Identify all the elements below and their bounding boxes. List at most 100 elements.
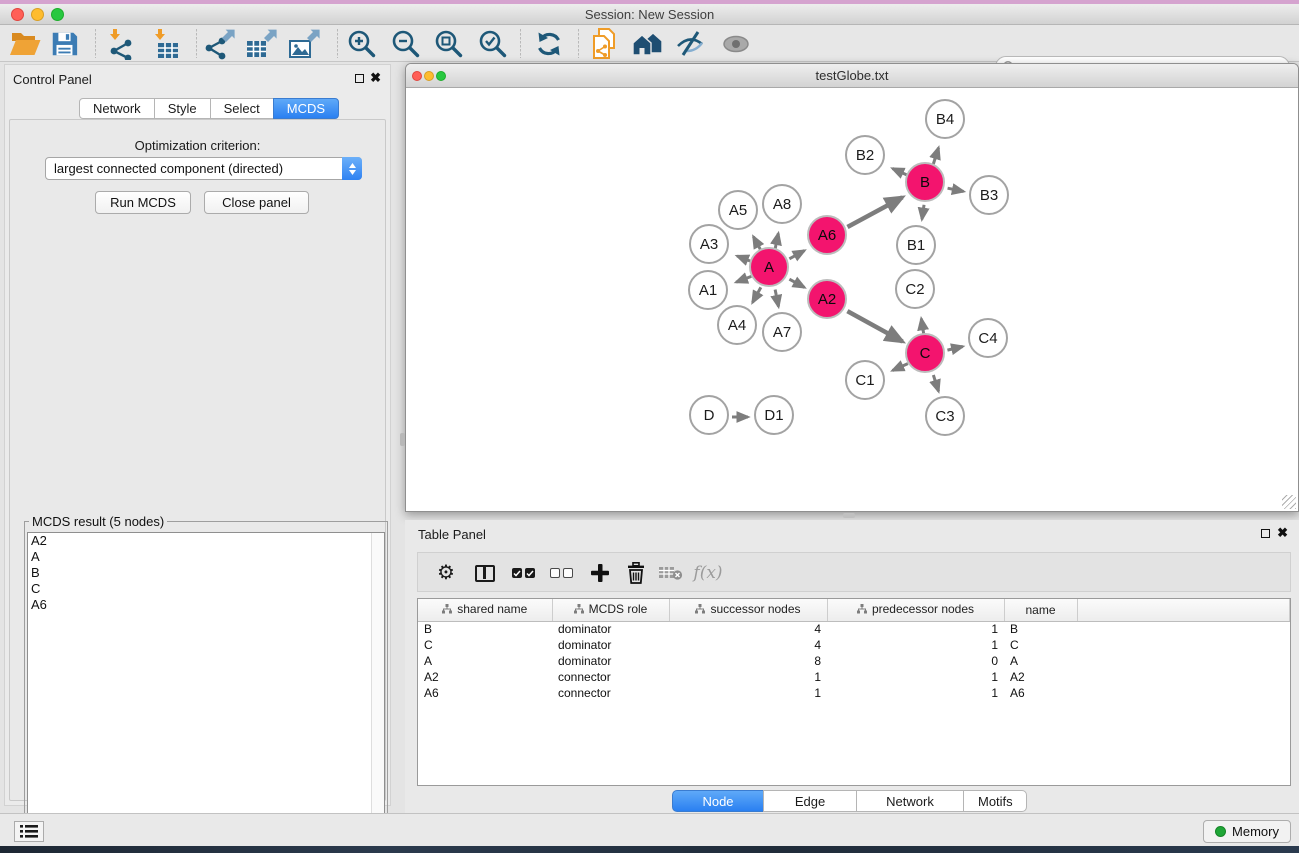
column-header-predecessor-nodes[interactable]: predecessor nodes xyxy=(827,599,1004,621)
deselect-all-button[interactable] xyxy=(544,557,578,589)
close-panel-icon[interactable]: ✖ xyxy=(370,70,381,86)
export-image-button[interactable] xyxy=(285,27,323,60)
table-cell[interactable]: B xyxy=(1004,621,1077,637)
network-horizontal-scrollbar-thumb[interactable] xyxy=(843,513,855,518)
graph-node-B3[interactable]: B3 xyxy=(969,175,1009,215)
import-table-button[interactable] xyxy=(147,27,185,60)
show-column-button[interactable] xyxy=(468,557,502,589)
zoom-window-button[interactable] xyxy=(51,8,64,21)
table-cell[interactable]: 1 xyxy=(669,685,827,701)
table-cell[interactable]: A xyxy=(1004,653,1077,669)
graph-node-A5[interactable]: A5 xyxy=(718,190,758,230)
network-zoom-button[interactable] xyxy=(436,71,446,81)
import-network-button[interactable] xyxy=(102,27,140,60)
zoom-selected-button[interactable] xyxy=(473,27,511,60)
minimize-window-button[interactable] xyxy=(31,8,44,21)
graph-node-A8[interactable]: A8 xyxy=(762,184,802,224)
graph-node-C2[interactable]: C2 xyxy=(895,269,935,309)
result-list-scrollbar[interactable] xyxy=(371,533,384,849)
network-close-button[interactable] xyxy=(412,71,422,81)
export-network-button[interactable] xyxy=(200,27,238,60)
network-vertical-scrollbar-thumb[interactable] xyxy=(400,433,405,446)
function-builder-button[interactable]: f(x) xyxy=(691,557,725,589)
table-cell[interactable]: 8 xyxy=(669,653,827,669)
table-cell[interactable]: A xyxy=(418,653,552,669)
tab-motifs[interactable]: Motifs xyxy=(963,790,1027,812)
tab-select[interactable]: Select xyxy=(210,98,274,119)
memory-button[interactable]: Memory xyxy=(1203,820,1291,843)
table-cell[interactable]: dominator xyxy=(552,653,669,669)
first-neighbors-button[interactable] xyxy=(629,27,667,60)
graph-node-D[interactable]: D xyxy=(689,395,729,435)
graph-node-B2[interactable]: B2 xyxy=(845,135,885,175)
hide-selected-button[interactable] xyxy=(672,27,710,60)
create-column-button[interactable] xyxy=(583,557,617,589)
tab-mcds[interactable]: MCDS xyxy=(273,98,339,119)
table-cell[interactable]: 1 xyxy=(827,669,1004,685)
graph-node-A2[interactable]: A2 xyxy=(807,279,847,319)
tab-style[interactable]: Style xyxy=(154,98,211,119)
select-all-button[interactable] xyxy=(506,557,540,589)
optimization-criterion-dropdown[interactable]: largest connected component (directed) xyxy=(45,157,362,180)
table-cell[interactable]: A2 xyxy=(1004,669,1077,685)
table-cell[interactable]: 1 xyxy=(827,621,1004,637)
column-header-name[interactable]: name xyxy=(1004,599,1077,621)
refresh-layout-button[interactable] xyxy=(530,27,568,60)
resize-grip[interactable] xyxy=(1282,495,1296,509)
close-table-panel-icon[interactable]: ✖ xyxy=(1277,525,1288,541)
graph-node-A1[interactable]: A1 xyxy=(688,270,728,310)
table-settings-button[interactable]: ⚙ xyxy=(429,557,463,589)
delete-table-button[interactable] xyxy=(654,557,688,589)
run-mcds-button[interactable]: Run MCDS xyxy=(95,191,191,214)
table-cell[interactable]: C xyxy=(418,637,552,653)
duplicate-network-button[interactable] xyxy=(586,27,624,60)
float-panel-icon[interactable] xyxy=(355,74,364,83)
zoom-in-button[interactable] xyxy=(342,27,380,60)
graph-node-C4[interactable]: C4 xyxy=(968,318,1008,358)
graph-node-C1[interactable]: C1 xyxy=(845,360,885,400)
task-history-button[interactable] xyxy=(14,821,44,842)
table-cell[interactable]: 4 xyxy=(669,621,827,637)
graph-node-C3[interactable]: C3 xyxy=(925,396,965,436)
zoom-fit-button[interactable] xyxy=(429,27,467,60)
zoom-out-button[interactable] xyxy=(386,27,424,60)
column-header-shared-name[interactable]: shared name xyxy=(418,599,552,621)
graph-node-A6[interactable]: A6 xyxy=(807,215,847,255)
table-cell[interactable]: connector xyxy=(552,685,669,701)
open-file-button[interactable] xyxy=(6,27,44,60)
column-header-successor-nodes[interactable]: successor nodes xyxy=(669,599,827,621)
graph-node-C[interactable]: C xyxy=(905,333,945,373)
table-cell[interactable]: 4 xyxy=(669,637,827,653)
close-window-button[interactable] xyxy=(11,8,24,21)
table-cell[interactable]: dominator xyxy=(552,621,669,637)
delete-column-button[interactable] xyxy=(619,557,653,589)
float-table-panel-icon[interactable] xyxy=(1261,529,1270,538)
tab-node-table[interactable]: Node Table xyxy=(672,790,764,812)
close-panel-button[interactable]: Close panel xyxy=(204,191,309,214)
tab-network-table[interactable]: Network Table xyxy=(856,790,964,812)
table-cell[interactable]: 1 xyxy=(669,669,827,685)
graph-node-A[interactable]: A xyxy=(749,247,789,287)
network-minimize-button[interactable] xyxy=(424,71,434,81)
tab-edge-table[interactable]: Edge Table xyxy=(763,790,857,812)
graph-node-D1[interactable]: D1 xyxy=(754,395,794,435)
graph-node-A4[interactable]: A4 xyxy=(717,305,757,345)
graph-node-A7[interactable]: A7 xyxy=(762,312,802,352)
table-cell[interactable]: connector xyxy=(552,669,669,685)
table-cell[interactable]: B xyxy=(418,621,552,637)
save-session-button[interactable] xyxy=(45,27,83,60)
graph-node-B[interactable]: B xyxy=(905,162,945,202)
table-cell[interactable]: 1 xyxy=(827,637,1004,653)
graph-node-A3[interactable]: A3 xyxy=(689,224,729,264)
table-cell[interactable]: A6 xyxy=(418,685,552,701)
column-header-mcds-role[interactable]: MCDS role xyxy=(552,599,669,621)
table-cell[interactable]: A2 xyxy=(418,669,552,685)
tab-network[interactable]: Network xyxy=(79,98,155,119)
table-cell[interactable]: A6 xyxy=(1004,685,1077,701)
graph-node-B1[interactable]: B1 xyxy=(896,225,936,265)
network-canvas[interactable]: B4B2BB3A8A5A6A3B1AA1C2A2A4A7C4CC1C3DD1 xyxy=(406,88,1298,511)
export-table-button[interactable] xyxy=(242,27,280,60)
table-cell[interactable]: C xyxy=(1004,637,1077,653)
table-cell[interactable]: 1 xyxy=(827,685,1004,701)
table-cell[interactable]: dominator xyxy=(552,637,669,653)
